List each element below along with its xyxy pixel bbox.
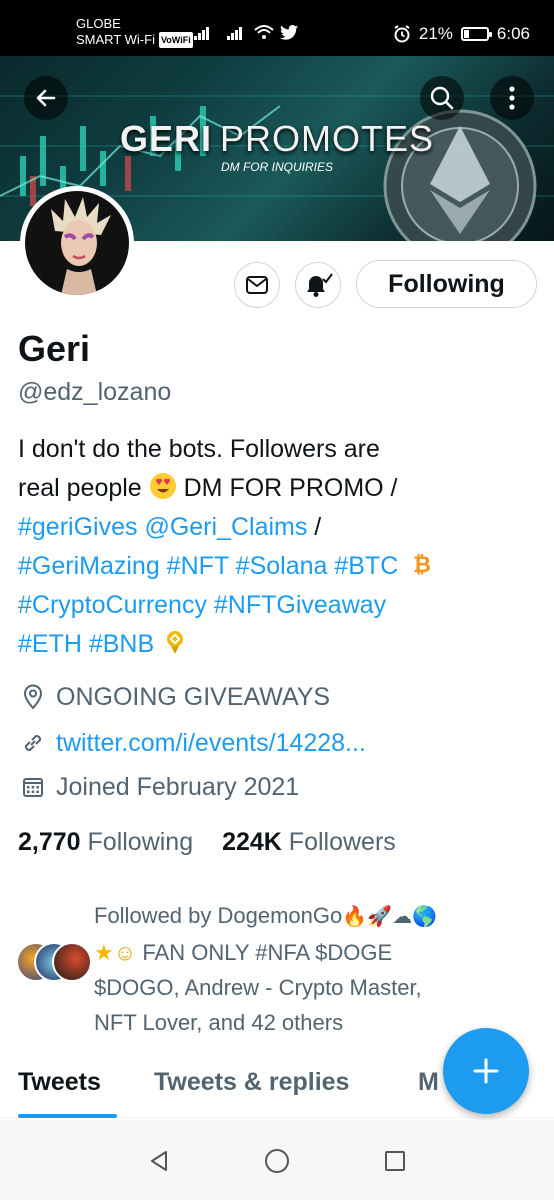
signal-icons — [194, 24, 298, 40]
search-button[interactable] — [420, 76, 464, 120]
joined-date: Joined February 2021 — [56, 772, 300, 801]
bio-line: #CryptoCurrency #NFTGiveaway — [18, 586, 538, 625]
followed-by-line: ★☺ FAN ONLY #NFA $DOGE — [94, 940, 393, 965]
location-text: ONGOING GIVEAWAYS — [56, 682, 331, 711]
location-pin-icon — [18, 682, 48, 712]
followers-count-link[interactable]: 224K Followers — [222, 828, 396, 856]
fire-emoji: 🔥 — [342, 906, 368, 928]
carrier-info: GLOBE SMART Wi-Fi VoWiFi — [76, 16, 193, 48]
bio-line: I don't do the bots. Followers are — [18, 435, 380, 463]
arrow-left-icon — [36, 89, 56, 107]
clock: 6:06 — [496, 24, 530, 43]
smile-emoji: ☺ — [113, 940, 137, 965]
profile-name: Geri — [18, 328, 91, 369]
banner-title: GERI PROMOTES — [119, 118, 435, 159]
link-icon — [18, 728, 48, 758]
followed-by-avatars[interactable] — [16, 942, 92, 982]
followed-by-line: $DOGO, Andrew - Crypto Master, — [94, 975, 422, 1000]
tab-tweets-replies[interactable]: Tweets & replies — [154, 1068, 349, 1097]
status-right: 21% 6:06 — [393, 24, 530, 44]
mention-link[interactable]: @Geri_Claims — [144, 513, 307, 541]
hashtag-links[interactable]: #ETH #BNB — [18, 630, 154, 658]
following-button[interactable]: Following — [356, 260, 537, 308]
avatar-image — [25, 191, 129, 295]
followers-label: Followers — [288, 828, 396, 856]
follow-counts: 2,770 Following 224K Followers — [18, 828, 396, 857]
heart-eyes-emoji — [149, 473, 176, 499]
profile-handle: @edz_lozano — [18, 378, 172, 406]
tab-tweets[interactable]: Tweets — [18, 1068, 101, 1097]
square-recents-icon — [385, 1151, 405, 1171]
battery-percent: 21% — [418, 24, 453, 43]
website-link[interactable]: twitter.com/i/events/14228... — [56, 729, 366, 758]
follower-avatar — [52, 942, 92, 982]
followed-by-line: NFT Lover, and 42 others — [94, 1010, 344, 1035]
bitcoin-icon: ₿ — [413, 553, 431, 578]
svg-text:₿: ₿ — [413, 553, 431, 578]
nav-home-button[interactable] — [262, 1146, 292, 1176]
nav-recents-button[interactable] — [380, 1146, 410, 1176]
profile-bio: I don't do the bots. Followers are real … — [18, 430, 538, 664]
followers-count: 224K — [222, 828, 282, 856]
battery-fill — [463, 30, 469, 38]
alarm-icon — [394, 25, 410, 43]
circle-home-icon — [265, 1149, 289, 1173]
bio-line: real people DM FOR PROMO / — [18, 473, 398, 502]
vowifi-badge: VoWiFi — [158, 32, 193, 48]
signal-icon — [227, 26, 242, 40]
calendar-icon — [18, 772, 48, 802]
bio-line: #GeriMazing #NFT #Solana #BTC ₿ — [18, 547, 538, 586]
twitter-bird-icon — [280, 25, 298, 40]
more-vertical-icon — [509, 86, 515, 110]
profile-avatar[interactable] — [20, 186, 134, 300]
followed-by-line: Followed by DogemonGo🔥🚀☁🌎 — [94, 903, 437, 928]
message-button[interactable] — [234, 262, 280, 308]
following-count: 2,770 — [18, 828, 81, 856]
triangle-back-icon — [151, 1151, 167, 1171]
website-row: twitter.com/i/events/14228... — [18, 728, 366, 758]
wifi-carrier-label: SMART Wi-Fi — [76, 32, 155, 47]
following-label: Following — [87, 828, 194, 856]
back-button[interactable] — [24, 76, 68, 120]
globe-emoji: 🌎 — [412, 906, 437, 928]
followed-by-text[interactable]: Followed by DogemonGo🔥🚀☁🌎 ★☺ FAN ONLY #N… — [94, 898, 504, 1040]
mail-icon — [246, 276, 268, 294]
hashtag-link[interactable]: #geriGives — [18, 513, 138, 541]
compose-tweet-button[interactable] — [443, 1028, 529, 1114]
bnb-medal-icon — [167, 631, 184, 654]
active-tab-indicator — [18, 1114, 117, 1118]
hashtag-links[interactable]: #CryptoCurrency #NFTGiveaway — [18, 591, 386, 619]
plus-icon — [473, 1058, 499, 1084]
system-nav-bar — [0, 1120, 554, 1200]
bio-line: #ETH #BNB — [18, 625, 538, 664]
joined-row: Joined February 2021 — [18, 772, 299, 802]
battery-icon — [460, 27, 492, 41]
cloud-emoji: ☁ — [392, 906, 413, 928]
bell-check-icon — [307, 273, 333, 297]
more-options-button[interactable] — [490, 76, 534, 120]
search-icon — [430, 86, 454, 110]
tab-media[interactable]: M — [418, 1068, 439, 1097]
banner-subtitle: DM FOR INQUIRIES — [220, 160, 333, 174]
carrier-name: GLOBE — [76, 16, 121, 31]
bio-line: #geriGives @Geri_Claims / — [18, 513, 322, 541]
location-row: ONGOING GIVEAWAYS — [18, 682, 330, 712]
status-bar: GLOBE SMART Wi-Fi VoWiFi 21% 6:06 — [0, 0, 554, 56]
notifications-button[interactable] — [295, 262, 341, 308]
signal-icon — [194, 26, 209, 40]
wifi-icon — [254, 25, 274, 39]
hashtag-links[interactable]: #GeriMazing #NFT #Solana #BTC — [18, 552, 398, 580]
nav-back-button[interactable] — [144, 1146, 174, 1176]
rocket-emoji: 🚀 — [367, 906, 393, 928]
star-emoji: ★ — [94, 940, 114, 965]
following-count-link[interactable]: 2,770 Following — [18, 828, 193, 856]
